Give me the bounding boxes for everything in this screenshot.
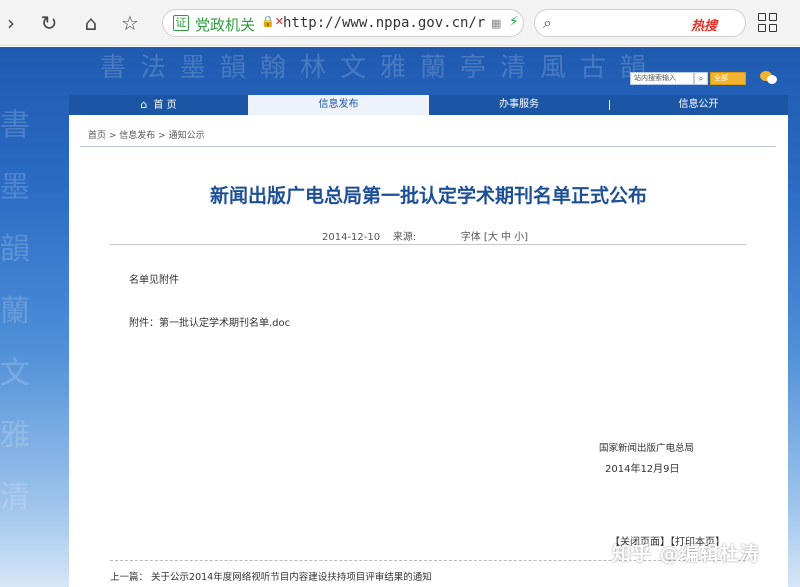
body-paragraph: 名单见附件	[129, 275, 179, 286]
article-panel: 首页 > 信息发布 > 通知公示 新闻出版广电总局第一批认定学术期刊名单正式公布…	[69, 115, 788, 587]
insecure-lock-icon[interactable]: 🔒✕	[261, 15, 284, 28]
font-size-switch[interactable]: [大 中 小]	[484, 232, 528, 243]
attachment-paragraph: 附件：第一批认定学术期刊名单.doc	[129, 314, 290, 329]
breadcrumb: 首页 > 信息发布 > 通知公示	[88, 128, 205, 141]
publish-date: 2014-12-10	[322, 232, 381, 243]
qr-icon[interactable]: ▦	[491, 17, 501, 30]
calligraphy-decoration-left: 書墨韻蘭文雅清	[0, 108, 44, 515]
apps-grid-icon[interactable]	[758, 13, 778, 33]
attachment-link[interactable]: 第一批认定学术期刊名单.doc	[159, 318, 290, 329]
site-search-input[interactable]: 站内搜索输入	[630, 72, 694, 85]
article-meta: 2014-12-10 来源: 字体 [大 中 小]	[322, 228, 528, 243]
certificate-icon: 证	[173, 15, 189, 31]
previous-article-link[interactable]: 关于公示2014年度网络视听节目内容建设扶持项目评审结果的通知	[151, 572, 432, 583]
site-identity-label: 党政机关	[195, 16, 256, 34]
source-label: 来源:	[392, 232, 417, 243]
divider	[110, 244, 746, 245]
watermark: 知乎 @编辑杜涛	[612, 543, 760, 565]
bolt-icon[interactable]: ⚡	[509, 14, 519, 30]
breadcrumb-home[interactable]: 首页	[88, 131, 106, 141]
breadcrumb-notices[interactable]: 通知公示	[169, 131, 205, 141]
back-arrow-icon[interactable]: ›	[0, 12, 22, 34]
previous-label: 上一篇：	[110, 572, 149, 583]
nav-info-public-label: 信息公开	[678, 99, 719, 110]
home-nav-icon: ⌂	[140, 98, 148, 111]
font-size-label: 字体	[460, 232, 481, 243]
signature-organization: 国家新闻出版广电总局	[599, 443, 695, 454]
browser-toolbar: › ↻ ⌂ ☆ 证 党政机关 🔒✕ http://www.nppa.gov.cn…	[0, 0, 800, 46]
breadcrumb-separator: >	[106, 131, 120, 141]
site-search-scope-select[interactable]: 全部	[710, 72, 746, 85]
signature-date: 2014年12月9日	[605, 464, 680, 475]
previous-article: 上一篇： 关于公示2014年度网络视听节目内容建设扶持项目评审结果的通知	[110, 569, 432, 583]
refresh-icon[interactable]: ↻	[38, 12, 60, 34]
browser-search-box[interactable]: ⌕ 热搜	[534, 9, 746, 37]
nav-info-release-label: 信息发布	[318, 99, 359, 110]
home-icon[interactable]: ⌂	[80, 12, 102, 34]
search-icon[interactable]: ⌕	[543, 13, 552, 33]
address-bar[interactable]: 证 党政机关 🔒✕ http://www.nppa.gov.cn/r ▦ ⚡	[162, 9, 524, 37]
nav-info-release[interactable]: 信息发布	[248, 95, 429, 115]
calligraphy-decoration: 書法墨韻翰林文雅蘭亭清風古韻	[100, 53, 661, 83]
url-text[interactable]: http://www.nppa.gov.cn/r	[283, 15, 485, 31]
nav-info-public[interactable]: 信息公开	[609, 95, 788, 115]
nav-services-label: 办事服务	[499, 99, 539, 110]
divider	[80, 146, 776, 147]
site-navigation: ⌂ 首 页 信息发布 办事服务 信息公开	[69, 95, 788, 115]
article-title: 新闻出版广电总局第一批认定学术期刊名单正式公布	[209, 185, 647, 207]
nav-services[interactable]: 办事服务	[429, 95, 609, 115]
nav-home[interactable]: ⌂ 首 页	[69, 95, 248, 115]
nav-home-label: 首 页	[153, 100, 177, 111]
hot-search-label[interactable]: 热搜	[691, 15, 717, 34]
breadcrumb-info-release[interactable]: 信息发布	[119, 131, 155, 141]
attachment-label: 附件：	[129, 318, 159, 329]
breadcrumb-separator: >	[155, 131, 169, 141]
site-search-button[interactable]: ⌕	[694, 72, 708, 85]
star-icon[interactable]: ☆	[119, 12, 141, 34]
wechat-icon[interactable]	[760, 71, 778, 85]
